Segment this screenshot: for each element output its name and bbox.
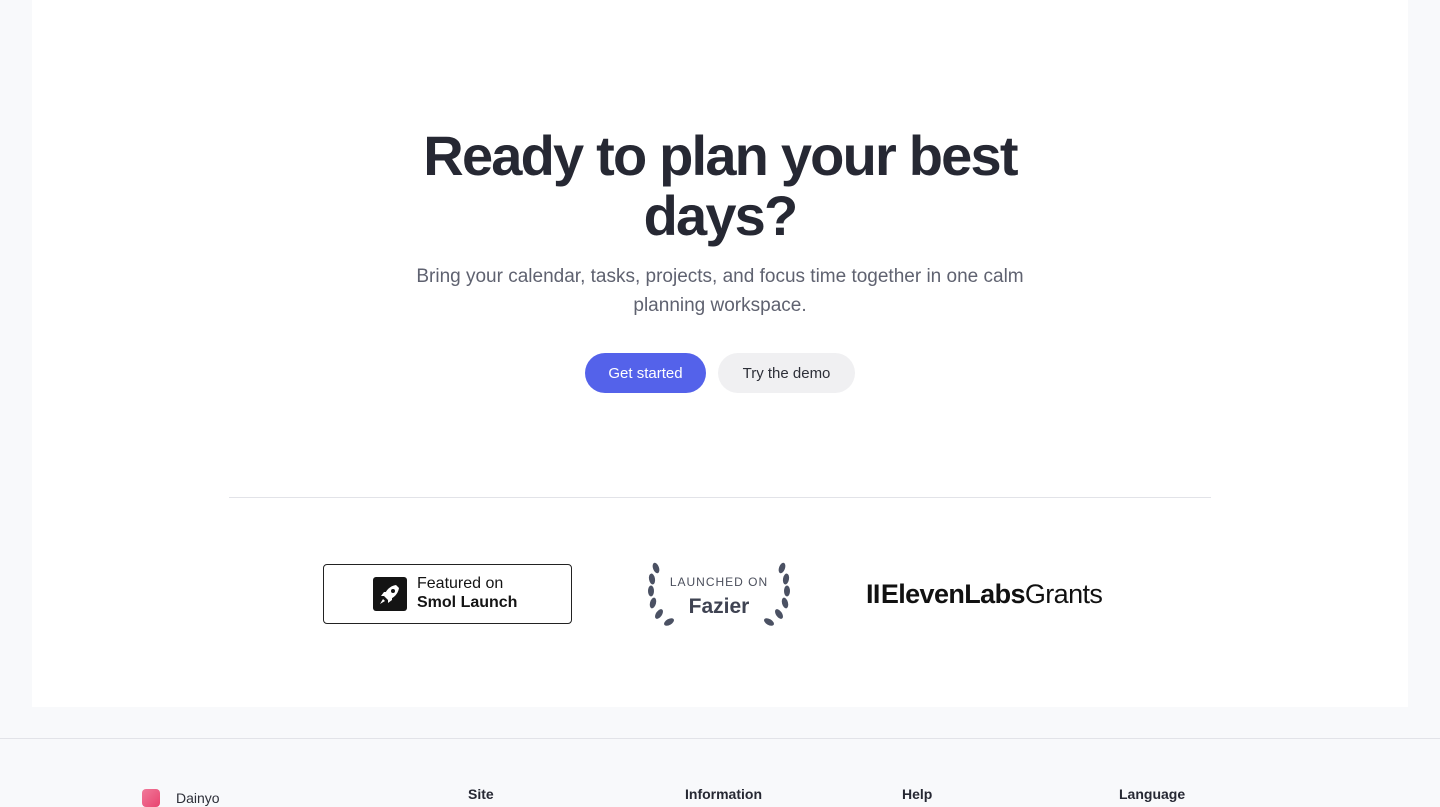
smol-badge-line-1: Featured on (417, 575, 504, 592)
elevenlabs-suffix: Grants (1024, 578, 1103, 609)
footer-brand-name: Dainyo (176, 790, 220, 806)
fazier-badge-line-2: Fazier (688, 595, 750, 618)
smol-launch-badge[interactable]: Featured on Smol Launch (323, 564, 572, 624)
fazier-badge[interactable]: LAUNCHED ON Fazier (643, 560, 795, 628)
hero-subtitle: Bring your calendar, tasks, projects, an… (32, 262, 1408, 320)
footer-divider (0, 738, 1440, 739)
footer-logo[interactable]: Dainyo (142, 789, 220, 807)
cta-section: Ready to plan your best days? Bring your… (32, 0, 1408, 707)
fazier-badge-line-1: LAUNCHED ON (669, 575, 769, 589)
hero-title: Ready to plan your best days? (32, 126, 1408, 246)
hero-title-line-1: Ready to plan your best (423, 124, 1018, 187)
footer-column-site: Site (468, 786, 494, 802)
footer-column-help: Help (902, 786, 933, 802)
try-demo-button[interactable]: Try the demo (718, 353, 855, 393)
elevenlabs-logo-bars: II (866, 578, 880, 609)
hero-subtitle-line-1: Bring your calendar, tasks, projects, an… (416, 266, 1024, 287)
footer-column-information: Information (685, 786, 762, 802)
rocket-icon (373, 577, 407, 611)
elevenlabs-brand: ElevenLabs (880, 578, 1026, 609)
footer-column-language: Language (1119, 786, 1186, 802)
smol-badge-line-2: Smol Launch (417, 594, 518, 611)
hero-subtitle-line-2: planning workspace. (633, 295, 807, 316)
elevenlabs-grants-badge[interactable]: II ElevenLabs Grants (866, 578, 1103, 610)
hero-title-line-2: days? (643, 184, 799, 247)
section-divider (229, 497, 1211, 498)
brand-logo-icon (142, 789, 160, 807)
get-started-button[interactable]: Get started (585, 353, 706, 393)
